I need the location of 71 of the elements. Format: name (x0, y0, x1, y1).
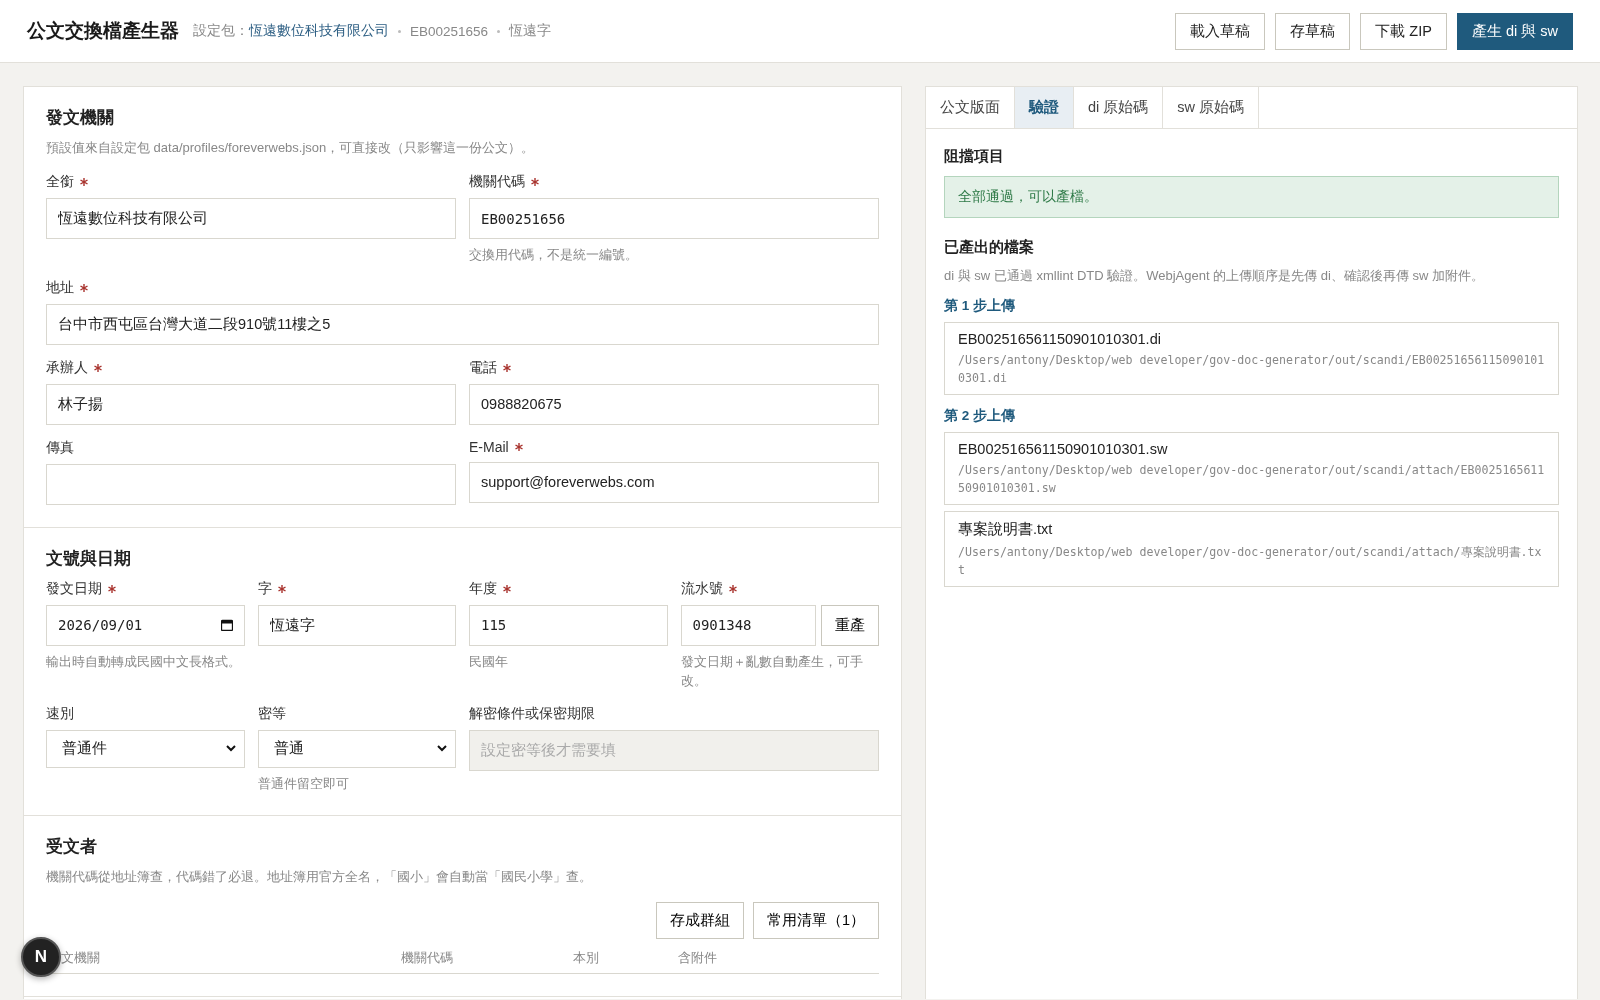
file-name: EB002516561150901010301.di (958, 331, 1162, 347)
field-label: 解密條件或保密期限 (469, 704, 595, 723)
column-header: 機關代碼 (401, 949, 454, 967)
field-hint: 交換用代碼，不是統一編號。 (469, 246, 639, 264)
select-field[interactable]: 普通 (257, 729, 456, 768)
tab[interactable]: 驗證 (1015, 87, 1074, 128)
toolbar-button[interactable]: 載入草稿 (1175, 12, 1266, 50)
field-label: 傳真 (46, 438, 74, 457)
profile-label: 設定包： (193, 22, 249, 40)
field-label: 密等 (257, 704, 286, 723)
field-hint: 民國年 (469, 652, 509, 671)
column-header: 文機關 (60, 949, 101, 967)
document-word: 恆遠字 (509, 22, 552, 40)
field-label: 速別 (46, 704, 74, 723)
chevron-down-icon (225, 745, 236, 752)
text-field[interactable]: 台中市西屯區台灣大道二段910號11樓之5 (46, 303, 879, 345)
toolbar-button[interactable]: 存草稿 (1275, 12, 1351, 50)
text-field[interactable]: 林子揚 (46, 383, 456, 425)
field-label: 發文日期 (46, 579, 102, 598)
field-label: 地址 (46, 278, 74, 297)
toolbar-button[interactable]: 下載 ZIP (1360, 12, 1447, 50)
field-label: E-Mail (469, 438, 509, 455)
column-header: 含附件 (678, 949, 718, 967)
section-title: 文號與日期 (46, 547, 132, 569)
separator-dot-icon (497, 29, 501, 33)
text-field[interactable]: support@foreverwebs.com (469, 461, 879, 503)
field-label: 承辦人 (46, 358, 88, 377)
calendar-icon (220, 619, 233, 631)
text-field[interactable]: 0901348 (680, 604, 816, 646)
text-field[interactable]: 115 (469, 604, 668, 646)
date-field[interactable]: 2026/09/01 (46, 604, 245, 646)
field-label: 機關代碼 (469, 173, 525, 191)
chevron-down-icon (437, 745, 447, 752)
field-hint: 普通件留空即可 (257, 774, 350, 793)
profile-link[interactable]: 恆遠數位科技有限公司 (249, 22, 389, 40)
file-path: /Users/antony/Desktop/web developer/gov-doc-generator/out/scandi/attach/專案說明書.txt (958, 544, 1543, 579)
section-title: 發文機關 (46, 107, 115, 128)
agency-code: EB00251656 (410, 23, 489, 39)
section-title: 已產出的檔案 (944, 238, 1035, 257)
field-label: 電話 (469, 358, 497, 377)
text-field[interactable] (46, 463, 456, 505)
file-name: EB002516561150901010301.sw (958, 441, 1169, 457)
file-name: 專案說明書.txt (958, 520, 1054, 539)
field-label: 年度 (469, 579, 497, 598)
list-button[interactable]: 存成群組 (655, 902, 744, 939)
field-hint: 輸出時自動轉成民國中文長格式。 (46, 652, 242, 671)
regenerate-button[interactable]: 重產 (821, 604, 879, 646)
section-description: 機關代碼從地址簿查，代碼錯了必退。地址簿用官方全名，「國小」會自動當「國民小學」查。 (46, 868, 593, 886)
success-message: 全部通過，可以產檔。 (944, 176, 1559, 218)
app-title: 公文交換檔產生器 (27, 19, 179, 43)
field-label: 全銜 (46, 173, 74, 191)
field-label: 流水號 (680, 579, 723, 598)
text-field[interactable]: 0988820675 (469, 383, 879, 425)
column-header: 本別 (573, 949, 600, 967)
field-hint: 發文日期＋亂數自動產生，可手改。 (680, 652, 864, 690)
text-field[interactable]: EB00251656 (469, 198, 879, 239)
section-title: 阻擋項目 (944, 147, 1005, 166)
section-description: 預設值來自設定包 data/profiles/foreverwebs.json，可直接改（只影響這一份公文）。 (46, 139, 536, 157)
generate-button[interactable]: 產生 di 與 sw (1456, 12, 1573, 50)
section-description: di 與 sw 已通過 xmllint DTD 驗證。WebjAgent 的上傳順序是先傳 di、確認後再傳 sw 加附件。 (944, 267, 1486, 285)
field-label: 字 (257, 579, 272, 598)
text-field[interactable]: 恆遠數位科技有限公司 (46, 198, 456, 239)
step-label: 第 1 步上傳 (944, 297, 1016, 315)
list-button[interactable]: 常用清單（1） (752, 902, 879, 939)
separator-dot-icon (398, 29, 401, 33)
section-title: 受文者 (46, 836, 98, 857)
file-path: /Users/antony/Desktop/web developer/gov-doc-generator/out/scandi/attach/EB002516561150901010301.sw (958, 462, 1545, 497)
select-field[interactable]: 普通件 (46, 729, 245, 768)
step-label: 第 2 步上傳 (944, 407, 1016, 425)
text-field[interactable]: 恆遠字 (257, 604, 456, 646)
file-path: /Users/antony/Desktop/web developer/gov-doc-generator/out/scandi/EB002516561150901010301.di (958, 352, 1545, 387)
